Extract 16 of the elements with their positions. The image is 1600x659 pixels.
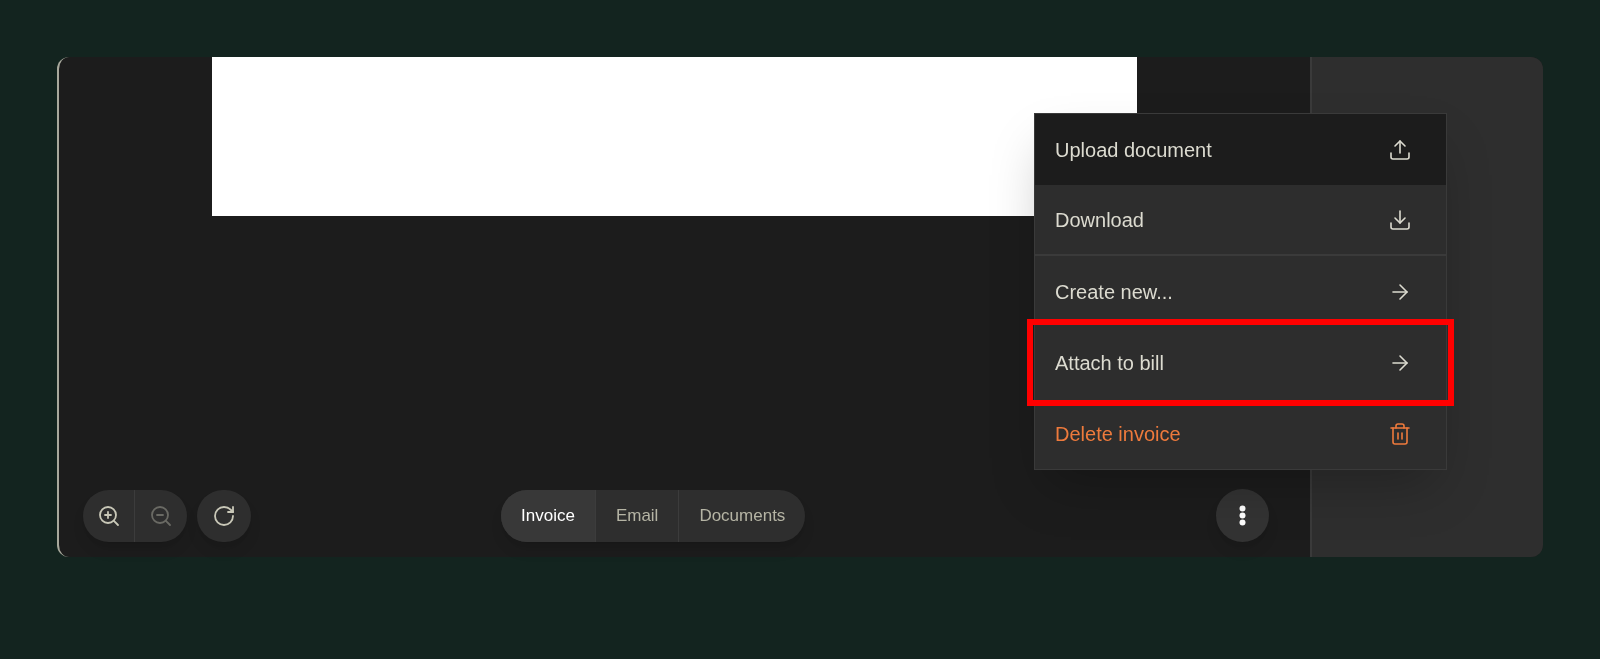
view-tab[interactable]: Documents	[678, 489, 806, 542]
menu-item[interactable]: Delete invoice	[1035, 398, 1446, 469]
view-tab[interactable]: Email	[594, 489, 679, 542]
zoom-in-icon	[96, 503, 121, 528]
zoom-out-icon	[149, 503, 173, 528]
menu-item[interactable]: Download	[1035, 185, 1446, 256]
rotate-icon	[212, 503, 236, 528]
menu-item[interactable]: Attach to bill	[1035, 327, 1446, 398]
more-icon	[1239, 505, 1246, 526]
download-icon	[1388, 207, 1412, 232]
trash-icon	[1388, 421, 1412, 446]
view-tab[interactable]: Invoice	[501, 489, 595, 542]
menu-item[interactable]: Upload document	[1035, 114, 1446, 185]
upload-icon	[1388, 137, 1412, 162]
more-options-button[interactable]	[1216, 489, 1269, 542]
menu-item[interactable]: Create new...	[1035, 256, 1446, 327]
